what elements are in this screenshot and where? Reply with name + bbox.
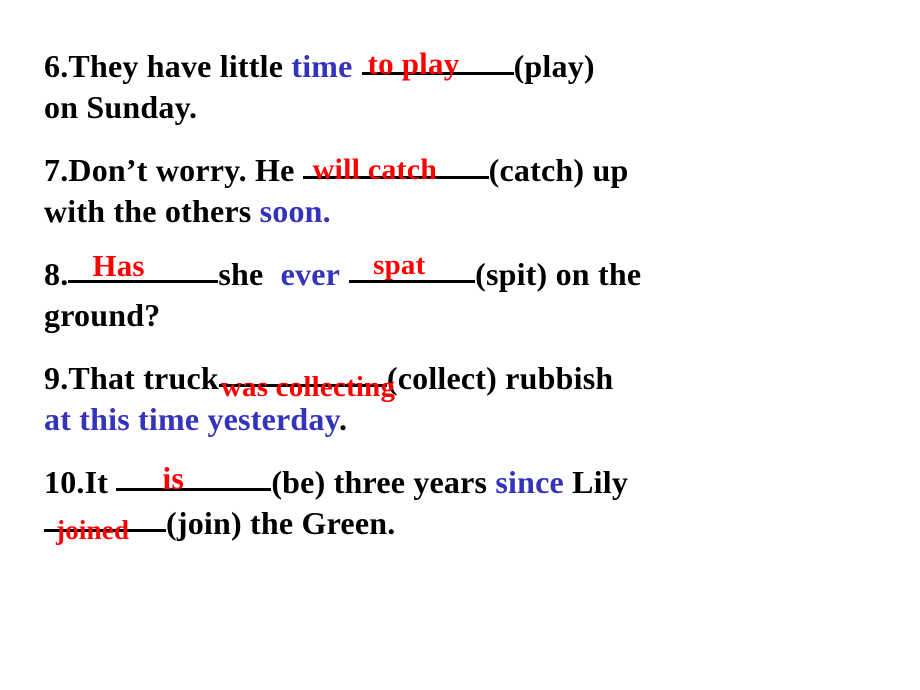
- question-6-answer-1: to play: [367, 46, 460, 81]
- question-10-text-before: It: [84, 464, 117, 500]
- question-item-9: 9.That truck was collecting (collect) rubb…: [44, 360, 872, 442]
- question-8-text-mid: she: [218, 256, 272, 292]
- question-6-text-continued: on Sunday.: [44, 89, 198, 125]
- question-8-blank-2[interactable]: spat: [349, 249, 476, 283]
- question-10-line-2: joined (join) the Green.: [44, 505, 872, 546]
- question-8-answer-2: spat: [373, 249, 426, 281]
- question-8-blank-1[interactable]: Has: [68, 248, 219, 283]
- question-7-number: 7.: [44, 152, 69, 188]
- slide-canvas: 6.They have little time to play (play) on …: [0, 0, 920, 690]
- question-9-cue-collect: (collect) rubbish: [386, 360, 614, 396]
- question-item-7: 7.Don’t worry. He will catch (catch) up w…: [44, 152, 872, 234]
- question-10-blank-2[interactable]: joined: [44, 515, 166, 545]
- question-9-blank-1[interactable]: was collecting: [218, 371, 395, 403]
- question-6-hint-time: time: [291, 48, 353, 84]
- question-7-cue-catch: (catch) up: [488, 152, 629, 188]
- question-10-blank-1[interactable]: is: [116, 460, 272, 496]
- question-6-blank-1[interactable]: to play: [361, 46, 514, 81]
- question-10-cue-join: (join) the Green.: [166, 505, 396, 541]
- question-6-cue-play: (play): [513, 48, 595, 84]
- question-7-text-continued: with the others: [44, 193, 260, 229]
- question-10-number: 10.: [44, 464, 85, 500]
- question-6-number: 6.: [44, 48, 69, 84]
- question-10-line-1: 10.It is (be) three years since Lily: [44, 460, 872, 505]
- question-9-line-1: 9.That truck was collecting (collect) rubb…: [44, 360, 872, 403]
- question-8-number: 8.: [44, 256, 69, 292]
- question-7-line-2: with the others soon.: [44, 193, 872, 234]
- question-10-answer-1: is: [162, 460, 185, 496]
- question-8-answer-1: Has: [92, 248, 145, 283]
- question-7-hint-soon: soon.: [259, 193, 331, 229]
- question-9-number: 9.: [44, 360, 69, 396]
- question-item-8: 8. Has she ever spat (spit) on the ground?: [44, 248, 872, 338]
- question-8-cue-spit: (spit) on the: [475, 256, 642, 292]
- question-6-line-2: on Sunday.: [44, 89, 872, 130]
- question-8-line-1: 8. Has she ever spat (spit) on the: [44, 248, 872, 297]
- question-6-text-before: They have little: [68, 48, 292, 84]
- question-7-text-before: Don’t worry. He: [68, 152, 303, 188]
- question-7-line-1: 7.Don’t worry. He will catch (catch) up: [44, 152, 872, 193]
- question-9-period: .: [339, 401, 348, 437]
- question-8-hint-ever: ever: [280, 256, 341, 292]
- question-6-line-1: 6.They have little time to play (play): [44, 46, 872, 89]
- question-7-blank-1[interactable]: will catch: [302, 153, 489, 186]
- question-9-hint-time-phrase: at this time yesterday: [44, 401, 340, 437]
- question-8-line-2: ground?: [44, 297, 872, 338]
- question-9-line-2: at this time yesterday.: [44, 401, 872, 442]
- question-10-text-after: Lily: [563, 464, 629, 500]
- question-7-answer-1: will catch: [312, 153, 438, 186]
- question-10-answer-2: joined: [56, 515, 130, 545]
- question-item-10: 10.It is (be) three years since Lily join…: [44, 460, 872, 546]
- question-9-answer-1: was collecting: [220, 371, 396, 403]
- question-item-6: 6.They have little time to play (play) on …: [44, 46, 872, 130]
- question-8-text-continued: ground?: [44, 297, 161, 333]
- question-9-text-before: That truck: [68, 360, 219, 396]
- question-10-cue-be: (be) three years: [271, 464, 496, 500]
- question-10-hint-since: since: [495, 464, 564, 500]
